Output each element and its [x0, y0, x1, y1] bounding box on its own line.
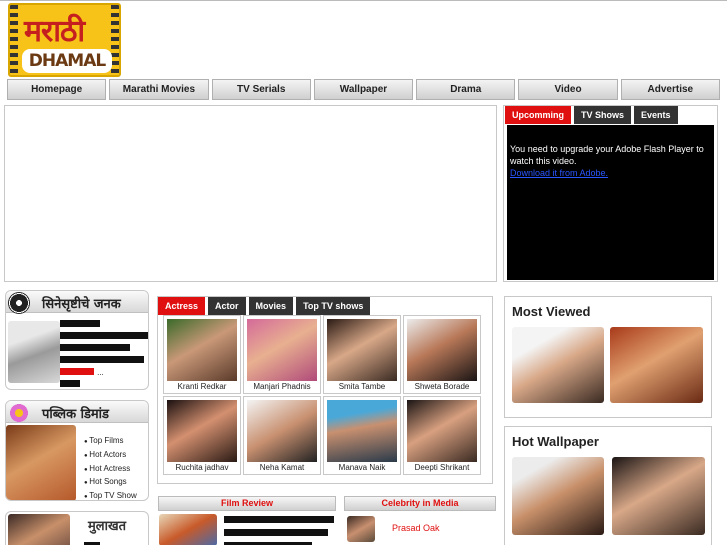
- celeb-thumb[interactable]: Manava Naik: [323, 396, 401, 475]
- tab-tv-shows[interactable]: TV Shows: [574, 106, 632, 124]
- tab-actor[interactable]: Actor: [208, 297, 246, 315]
- celeb-thumb[interactable]: Smita Tambe: [323, 315, 401, 394]
- media-tabs: Upcomming TV Shows Events: [505, 106, 678, 124]
- film-review-poster[interactable]: [159, 514, 217, 545]
- founder-photo[interactable]: [8, 321, 60, 383]
- flower-icon: [8, 402, 30, 424]
- film-reel-left: [10, 5, 18, 75]
- cinema-founder-block: सिनेसृष्टीचे जनक ...: [5, 290, 149, 390]
- interview-text: [84, 540, 100, 545]
- celeb-photo: [327, 319, 397, 381]
- celeb-thumb[interactable]: Kranti Redkar: [163, 315, 241, 394]
- celeb-photo: [167, 319, 237, 381]
- nav-homepage[interactable]: Homepage: [7, 79, 107, 100]
- celeb-name: Neha Kamat: [259, 463, 305, 472]
- cinema-founder-title: सिनेसृष्टीचे जनक: [42, 297, 121, 312]
- celeb-thumb[interactable]: Shweta Borade: [403, 315, 481, 394]
- celeb-thumb[interactable]: Manjari Phadnis: [243, 315, 321, 394]
- hot-wallpaper-photo-1[interactable]: [512, 457, 604, 535]
- interview-title: मुलाखत: [88, 519, 126, 534]
- nav-advertise[interactable]: Advertise: [620, 79, 720, 100]
- film-review-header[interactable]: Film Review: [158, 496, 336, 511]
- celeb-photo: [327, 400, 397, 462]
- celebrity-media-name[interactable]: Prasad Oak: [392, 523, 440, 533]
- most-viewed-photo-2[interactable]: [610, 327, 703, 403]
- celeb-photo: [247, 400, 317, 462]
- most-viewed-title: Most Viewed: [512, 304, 591, 319]
- public-demand-block: पब्लिक डिमांड Top Films Hot Actors Hot A…: [5, 400, 149, 501]
- founder-text-6: [60, 378, 80, 389]
- film-reel-right: [111, 5, 119, 75]
- celeb-thumb[interactable]: Deepti Shrikant: [403, 396, 481, 475]
- celeb-name: Kranti Redkar: [177, 382, 227, 391]
- tab-top-tv-shows[interactable]: Top TV shows: [296, 297, 371, 315]
- hot-wallpaper-photo-2[interactable]: [612, 457, 705, 535]
- celeb-photo: [167, 400, 237, 462]
- hot-wallpaper-title: Hot Wallpaper: [512, 434, 599, 449]
- founder-text-4: [60, 354, 144, 366]
- tab-actress[interactable]: Actress: [158, 297, 206, 315]
- page: मराठी DHAMAL Homepage Marathi Movies TV …: [0, 0, 727, 545]
- celeb-thumb[interactable]: Neha Kamat: [243, 396, 321, 475]
- link-hot-actress[interactable]: Hot Actress: [84, 463, 137, 477]
- celeb-name: Manjari Phadnis: [253, 382, 311, 391]
- public-demand-links: Top Films Hot Actors Hot Actress Hot Son…: [84, 435, 137, 500]
- celeb-name: Shweta Borade: [414, 382, 470, 391]
- flash-player: You need to upgrade your Adobe Flash Pla…: [507, 125, 714, 280]
- link-hot-songs[interactable]: Hot Songs: [84, 476, 137, 490]
- cinema-founder-header: सिनेसृष्टीचे जनक: [6, 291, 148, 314]
- celeb-name: Deepti Shrikant: [414, 463, 470, 472]
- film-reel-icon: [8, 292, 30, 314]
- link-top-films[interactable]: Top Films: [84, 435, 137, 449]
- nav-marathi-movies[interactable]: Marathi Movies: [109, 79, 209, 100]
- interview-block: मुलाखत: [5, 511, 149, 545]
- film-review-text-3: [224, 540, 312, 545]
- celeb-photo: [407, 319, 477, 381]
- logo-dhamal-text: DHAMAL: [22, 49, 112, 73]
- celeb-photo: [407, 400, 477, 462]
- celeb-name: Ruchita jadhav: [175, 463, 229, 472]
- site-logo[interactable]: मराठी DHAMAL: [8, 3, 121, 77]
- nav-wallpaper[interactable]: Wallpaper: [313, 79, 414, 100]
- celebrity-media-photo[interactable]: [347, 516, 375, 542]
- founder-more[interactable]: ...: [97, 368, 104, 377]
- celeb-name: Manava Naik: [338, 463, 386, 472]
- main-nav: Homepage Marathi Movies TV Serials Wallp…: [7, 79, 720, 100]
- founder-text-5: ...: [60, 366, 104, 378]
- film-review-text-1: [224, 514, 334, 526]
- most-viewed-photo-1[interactable]: [512, 327, 604, 403]
- public-demand-title: पब्लिक डिमांड: [42, 407, 110, 422]
- founder-text-3: [60, 342, 130, 354]
- interview-photo[interactable]: [8, 514, 70, 545]
- public-demand-photo[interactable]: [6, 425, 76, 500]
- celeb-thumb[interactable]: Ruchita jadhav: [163, 396, 241, 475]
- celeb-photo: [247, 319, 317, 381]
- flash-message: You need to upgrade your Adobe Flash Pla…: [510, 144, 704, 166]
- nav-video[interactable]: Video: [518, 79, 618, 100]
- banner-area: [4, 105, 497, 282]
- founder-text-2: [60, 330, 148, 342]
- nav-drama[interactable]: Drama: [416, 79, 516, 100]
- nav-tv-serials[interactable]: TV Serials: [211, 79, 311, 100]
- tab-upcomming[interactable]: Upcomming: [505, 106, 572, 124]
- celebrity-tabs: Actress Actor Movies Top TV shows: [158, 297, 371, 315]
- logo-marathi-text: मराठी: [24, 14, 85, 49]
- tab-movies[interactable]: Movies: [248, 297, 294, 315]
- tab-events[interactable]: Events: [634, 106, 678, 124]
- celebrity-media-header[interactable]: Celebrity in Media: [344, 496, 496, 511]
- celeb-name: Smita Tambe: [338, 382, 386, 391]
- founder-text-1: [60, 318, 100, 330]
- link-top-tv-show[interactable]: Top TV Show: [84, 490, 136, 500]
- film-review-text-2: [224, 527, 328, 539]
- link-hot-actors[interactable]: Hot Actors: [84, 449, 137, 463]
- public-demand-header: पब्लिक डिमांड: [6, 401, 148, 424]
- flash-download-link[interactable]: Download it from Adobe.: [510, 168, 608, 178]
